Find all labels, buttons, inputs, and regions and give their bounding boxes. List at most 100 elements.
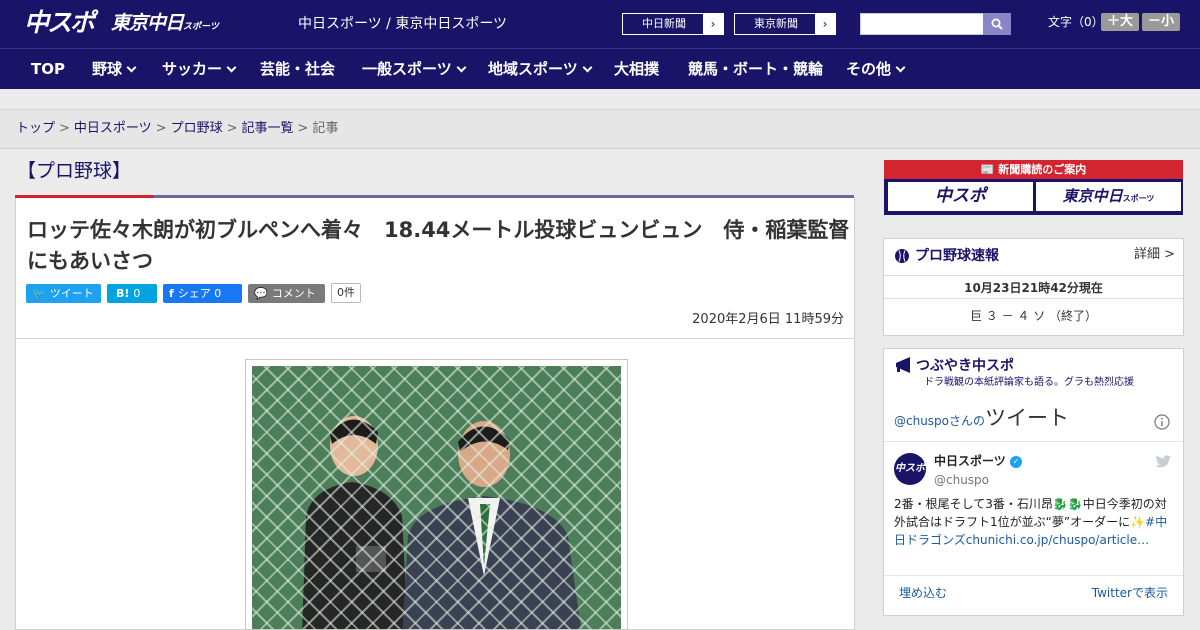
nav-item-sumo[interactable]: 大相撲 (614, 60, 659, 78)
nav-item-label: 芸能・社会 (260, 60, 336, 78)
photo-image (252, 366, 621, 629)
scoreboard-game[interactable]: 巨 ３ － ４ ソ （終了） (884, 307, 1183, 325)
newspaper-icon: 📰 (980, 163, 999, 176)
category-title: 【プロ野球】 (17, 160, 132, 182)
chuspo-logo[interactable]: 中スポ (24, 9, 95, 37)
breadcrumb-separator: > (226, 121, 238, 136)
search-button[interactable] (983, 13, 1011, 35)
scoreboard-detail-link[interactable]: 詳細 > (1134, 246, 1175, 264)
nav-item-entertainment[interactable]: 芸能・社会 (260, 60, 335, 78)
tokyo-shimbun-link[interactable]: 東京新聞 › (734, 13, 836, 35)
breadcrumb-separator: > (297, 121, 309, 136)
nav-item-label: 野球 (92, 60, 123, 78)
breadcrumb-article-list[interactable]: 記事一覧 (242, 121, 294, 136)
chevron-down-icon (582, 62, 593, 73)
tokyo-logo-main: 東京中日 (111, 12, 184, 34)
baseball-scoreboard: プロ野球速報 詳細 > 10月23日21時42分現在 巨 ３ － ４ ソ （終了… (883, 238, 1184, 336)
twitter-view-link[interactable]: Twitterで表示 (1092, 585, 1168, 601)
twitter-separator (884, 441, 1183, 442)
nav-item-top[interactable]: TOP (31, 60, 65, 78)
twitter-separator (884, 575, 1183, 576)
nav-item-general-sports[interactable]: 一般スポーツ (362, 60, 467, 78)
hatena-bookmark-button[interactable]: B! 0 (107, 284, 157, 303)
comment-button[interactable]: 💬 コメント (248, 284, 325, 303)
article-body: ロッテ佐々木朗が初ブルペンへ着々 18.44メートル投球ビュンビュン 侍・稲葉監… (15, 198, 855, 630)
breadcrumb-current: 記事 (312, 121, 339, 136)
nav-item-soccer[interactable]: サッカー (162, 60, 237, 78)
tweet-author-name[interactable]: 中日スポーツ ✓ (934, 453, 1022, 469)
hatena-icon: B! (116, 287, 130, 300)
article-divider (16, 338, 854, 339)
chevron-down-icon (895, 62, 906, 73)
megaphone-icon (896, 357, 910, 373)
header-spacer (0, 89, 1200, 110)
facebook-icon: f (169, 287, 174, 300)
subscribe-tokyo-chunichi-button[interactable]: 東京中日スポーツ (1036, 182, 1181, 211)
top-header: 中スポ 東京中日スポーツ 中日スポーツ / 東京中日スポーツ 中日新聞 › 東京… (0, 0, 1200, 48)
speech-bubble-icon: 💬 (254, 287, 268, 300)
article-headline: ロッテ佐々木朗が初ブルペンへ着々 18.44メートル投球ビュンビュン 侍・稲葉監… (27, 218, 850, 273)
hatena-count: 0 (133, 287, 141, 300)
breadcrumb: トップ > 中日スポーツ > プロ野球 > 記事一覧 > 記事 (16, 120, 338, 138)
search-icon (991, 18, 1003, 30)
facebook-share-button[interactable]: f シェア 0 (163, 284, 242, 303)
breadcrumb-chuspo[interactable]: 中日スポーツ (74, 121, 152, 136)
chevron-down-icon (226, 62, 237, 73)
twitter-widget: つぶやき中スポ ドラ戦観の本紙評論家も語る。グラも熱烈応援 @chuspoさんの… (883, 348, 1184, 616)
comment-count: 0件 (331, 283, 361, 303)
tweet-text-main: 2番・根尾そして3番・石川昂🐉🐉中日今季初の対外試合はドラフト1位が並ぶ“夢”オ… (894, 497, 1167, 529)
chevron-down-icon (126, 62, 137, 73)
nav-item-label: 大相撲 (614, 60, 660, 78)
breadcrumb-pro-baseball[interactable]: プロ野球 (171, 121, 223, 136)
twitter-embed-link[interactable]: 埋め込む (899, 585, 947, 601)
tweet-author-handle[interactable]: @chuspo (934, 472, 989, 488)
tweet-text: 2番・根尾そして3番・石川昂🐉🐉中日今季初の対外試合はドラフト1位が並ぶ“夢”オ… (894, 495, 1176, 549)
tokyo-shimbun-label: 東京新聞 (754, 17, 798, 30)
search-input[interactable] (860, 13, 984, 35)
twitter-account-suffix: さんの (949, 414, 986, 428)
nav-item-local-sports[interactable]: 地域スポーツ (488, 60, 593, 78)
twitter-widget-title: つぶやき中スポ (916, 358, 1014, 374)
subscription-title-text: 新聞購読のご案内 (998, 163, 1087, 176)
avatar[interactable]: 中スポ (894, 453, 926, 485)
breadcrumb-separator: > (155, 121, 167, 136)
verified-badge-icon: ✓ (1009, 455, 1022, 468)
nav-item-label: 地域スポーツ (488, 60, 578, 78)
breadcrumb-bar: トップ > 中日スポーツ > プロ野球 > 記事一覧 > 記事 (0, 110, 1200, 149)
nav-item-racing[interactable]: 競馬・ボート・競輪 (688, 60, 823, 78)
font-size-down-button[interactable]: －小 (1142, 13, 1180, 31)
comment-label: コメント (271, 287, 316, 300)
nav-item-label: 競馬・ボート・競輪 (688, 60, 824, 78)
subscribe-tokyo-label: 東京中日 (1062, 187, 1123, 205)
nav-item-label: その他 (846, 60, 892, 78)
publish-date: 2020年2月6日 11時59分 (692, 312, 844, 327)
tweet-button[interactable]: 🐦 ツイート (26, 284, 101, 303)
info-icon[interactable] (1154, 414, 1170, 430)
chevron-right-icon: › (703, 14, 723, 34)
site-name: 中日スポーツ / 東京中日スポーツ (298, 16, 508, 32)
breadcrumb-top[interactable]: トップ (16, 121, 55, 136)
nav-item-baseball[interactable]: 野球 (92, 60, 137, 78)
tweet-label: ツイート (49, 287, 94, 300)
tokyo-chunichi-logo[interactable]: 東京中日スポーツ (111, 11, 219, 39)
article-photo[interactable] (245, 359, 628, 630)
chunichi-shimbun-link[interactable]: 中日新聞 › (622, 13, 724, 35)
font-size-up-button[interactable]: ＋大 (1101, 13, 1139, 31)
twitter-account-heading: @chuspoさんのツイート (894, 404, 1069, 435)
tokyo-logo-small: スポーツ (183, 22, 219, 32)
subscribe-chuspo-button[interactable]: 中スポ (888, 182, 1033, 211)
scoreboard-timestamp: 10月23日21時42分現在 (884, 275, 1183, 299)
subscription-title: 📰 新聞購読のご案内 (884, 161, 1183, 178)
twitter-bird-icon (1155, 455, 1171, 468)
chevron-right-icon: › (815, 14, 835, 34)
nav-item-label: 一般スポーツ (362, 60, 452, 78)
chevron-down-icon (456, 62, 467, 73)
twitter-bird-icon: 🐦 (32, 287, 46, 300)
subscribe-tokyo-small: スポーツ (1122, 194, 1155, 203)
chunichi-shimbun-label: 中日新聞 (642, 17, 686, 30)
batting-net-overlay (252, 366, 621, 629)
twitter-widget-subtitle: ドラ戦観の本紙評論家も語る。グラも熱烈応援 (924, 377, 1134, 388)
font-size-label: 文字（0） (1048, 15, 1104, 29)
twitter-account-link[interactable]: @chuspo (894, 414, 949, 428)
nav-item-other[interactable]: その他 (846, 60, 906, 78)
